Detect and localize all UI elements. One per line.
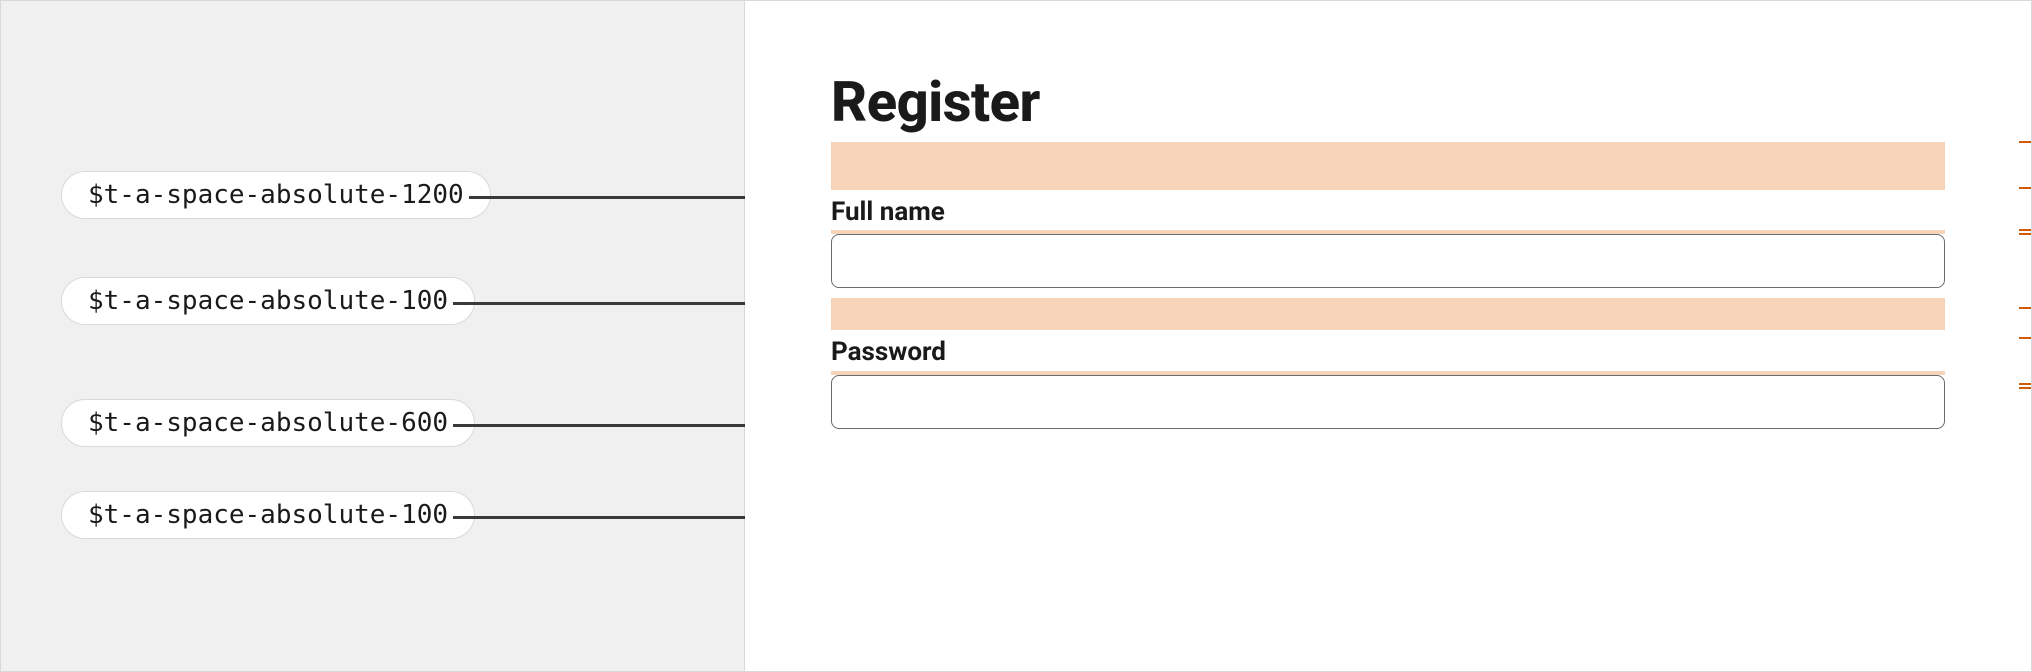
token-pill-100-a: $t-a-space-absolute-100 bbox=[61, 277, 475, 325]
fullname-label: Full name bbox=[831, 196, 1945, 229]
password-input[interactable] bbox=[831, 375, 1945, 429]
form-preview: Register Full name Password 48px 4px 32p… bbox=[745, 1, 2031, 671]
bracket-icon bbox=[2019, 141, 2032, 189]
token-pill-600: $t-a-space-absolute-600 bbox=[61, 399, 475, 447]
token-text: $t-a-space-absolute-100 bbox=[88, 500, 448, 530]
bracket-icon bbox=[2019, 383, 2032, 389]
spacer-32 bbox=[831, 298, 1945, 330]
bracket-icon bbox=[2019, 229, 2032, 235]
token-text: $t-a-space-absolute-600 bbox=[88, 408, 448, 438]
page-heading: Register bbox=[831, 73, 1945, 132]
password-label: Password bbox=[831, 336, 1945, 369]
bracket-icon bbox=[2019, 307, 2032, 339]
token-text: $t-a-space-absolute-100 bbox=[88, 286, 448, 316]
token-pill-1200: $t-a-space-absolute-1200 bbox=[61, 171, 491, 219]
token-text: $t-a-space-absolute-1200 bbox=[88, 180, 464, 210]
spacing-spec-diagram: $t-a-space-absolute-1200 $t-a-space-abso… bbox=[0, 0, 2032, 672]
tokens-panel: $t-a-space-absolute-1200 $t-a-space-abso… bbox=[1, 1, 745, 671]
token-pill-100-b: $t-a-space-absolute-100 bbox=[61, 491, 475, 539]
fullname-input[interactable] bbox=[831, 234, 1945, 288]
spacer-48 bbox=[831, 142, 1945, 190]
